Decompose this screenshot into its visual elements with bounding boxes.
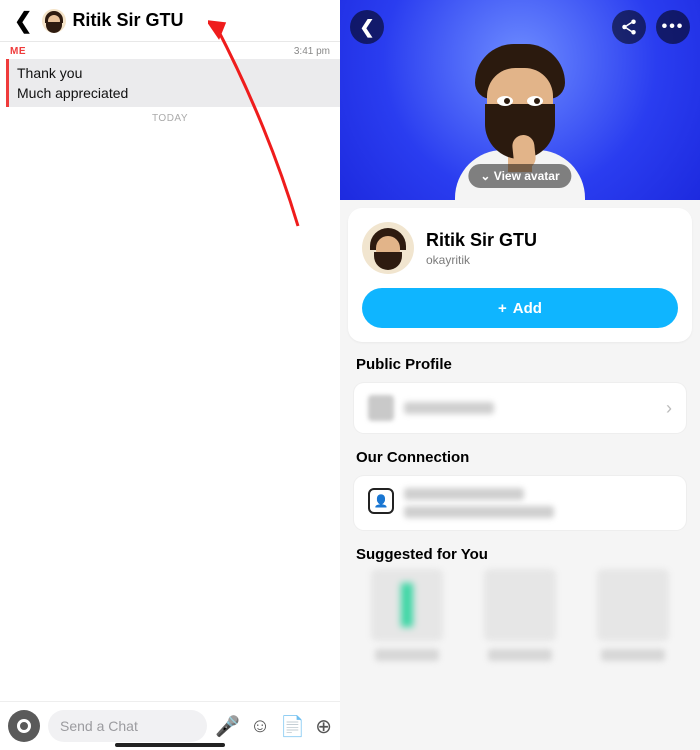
- chat-title[interactable]: Ritik Sir GTU: [72, 10, 183, 31]
- profile-username: okayritik: [426, 253, 537, 267]
- suggested-user[interactable]: [467, 569, 574, 661]
- add-friend-button[interactable]: + Add: [362, 288, 678, 328]
- profile-avatar-medium: [362, 222, 414, 274]
- back-icon[interactable]: ❮: [8, 4, 38, 38]
- redacted-avatar: [597, 569, 669, 641]
- connection-row[interactable]: 👤: [354, 476, 686, 530]
- suggested-user[interactable]: [354, 569, 461, 661]
- share-button[interactable]: [612, 10, 646, 44]
- chat-text-input[interactable]: Send a Chat: [48, 710, 207, 742]
- chat-screen: ❮ Ritik Sir GTU ME 3:41 pm Thank you Muc…: [0, 0, 340, 750]
- profile-display-name: Ritik Sir GTU: [426, 230, 537, 251]
- section-public-profile: Public Profile: [340, 350, 700, 379]
- redacted-avatar: [371, 569, 443, 641]
- redacted-thumbnail: [368, 395, 394, 421]
- section-our-connection: Our Connection: [340, 443, 700, 472]
- more-button[interactable]: •••: [656, 10, 690, 44]
- redacted-text: [601, 649, 665, 661]
- add-label: Add: [513, 300, 542, 317]
- public-profile-row[interactable]: ›: [354, 383, 686, 433]
- microphone-icon[interactable]: 🎤: [215, 714, 240, 739]
- message-meta-row: ME 3:41 pm: [0, 42, 340, 59]
- message-time: 3:41 pm: [294, 46, 330, 57]
- message-line: Much appreciated: [17, 83, 332, 103]
- chat-header: ❮ Ritik Sir GTU: [0, 0, 340, 42]
- view-avatar-button[interactable]: ⌄ View avatar: [468, 164, 571, 188]
- home-indicator: [115, 743, 225, 747]
- share-icon: [620, 18, 638, 36]
- sticker-icon[interactable]: 📄: [280, 714, 305, 739]
- redacted-avatar: [484, 569, 556, 641]
- emoji-icon[interactable]: ☺: [250, 715, 270, 738]
- plus-icon[interactable]: ⊕: [315, 714, 332, 739]
- profile-hero: ❮ ••• ⌄ View avatar: [340, 0, 700, 200]
- sent-message-block: Thank you Much appreciated: [6, 59, 340, 107]
- view-avatar-label: View avatar: [494, 169, 560, 183]
- camera-icon: [17, 719, 31, 733]
- contact-avatar-small[interactable]: [42, 9, 66, 33]
- message-line: Thank you: [17, 63, 332, 83]
- redacted-text: [488, 649, 552, 661]
- redacted-text: [375, 649, 439, 661]
- contacts-icon: 👤: [368, 488, 394, 514]
- date-divider: TODAY: [0, 107, 340, 130]
- expand-down-icon: ⌄: [480, 169, 490, 183]
- profile-back-button[interactable]: ❮: [350, 10, 384, 44]
- profile-screen: ❮ ••• ⌄ View avatar Ritik Sir GTU okayri…: [340, 0, 700, 750]
- chevron-right-icon: ›: [666, 398, 672, 419]
- redacted-text: [404, 402, 494, 414]
- section-suggested: Suggested for You: [340, 540, 700, 569]
- suggested-row: [340, 569, 700, 661]
- sender-me-label: ME: [10, 46, 26, 57]
- chat-scroll-area[interactable]: [0, 130, 340, 701]
- redacted-text: [404, 506, 554, 518]
- suggested-user[interactable]: [579, 569, 686, 661]
- plus-icon: +: [498, 300, 507, 317]
- camera-button[interactable]: [8, 710, 40, 742]
- profile-card: Ritik Sir GTU okayritik + Add: [348, 208, 692, 342]
- redacted-text: [404, 488, 524, 500]
